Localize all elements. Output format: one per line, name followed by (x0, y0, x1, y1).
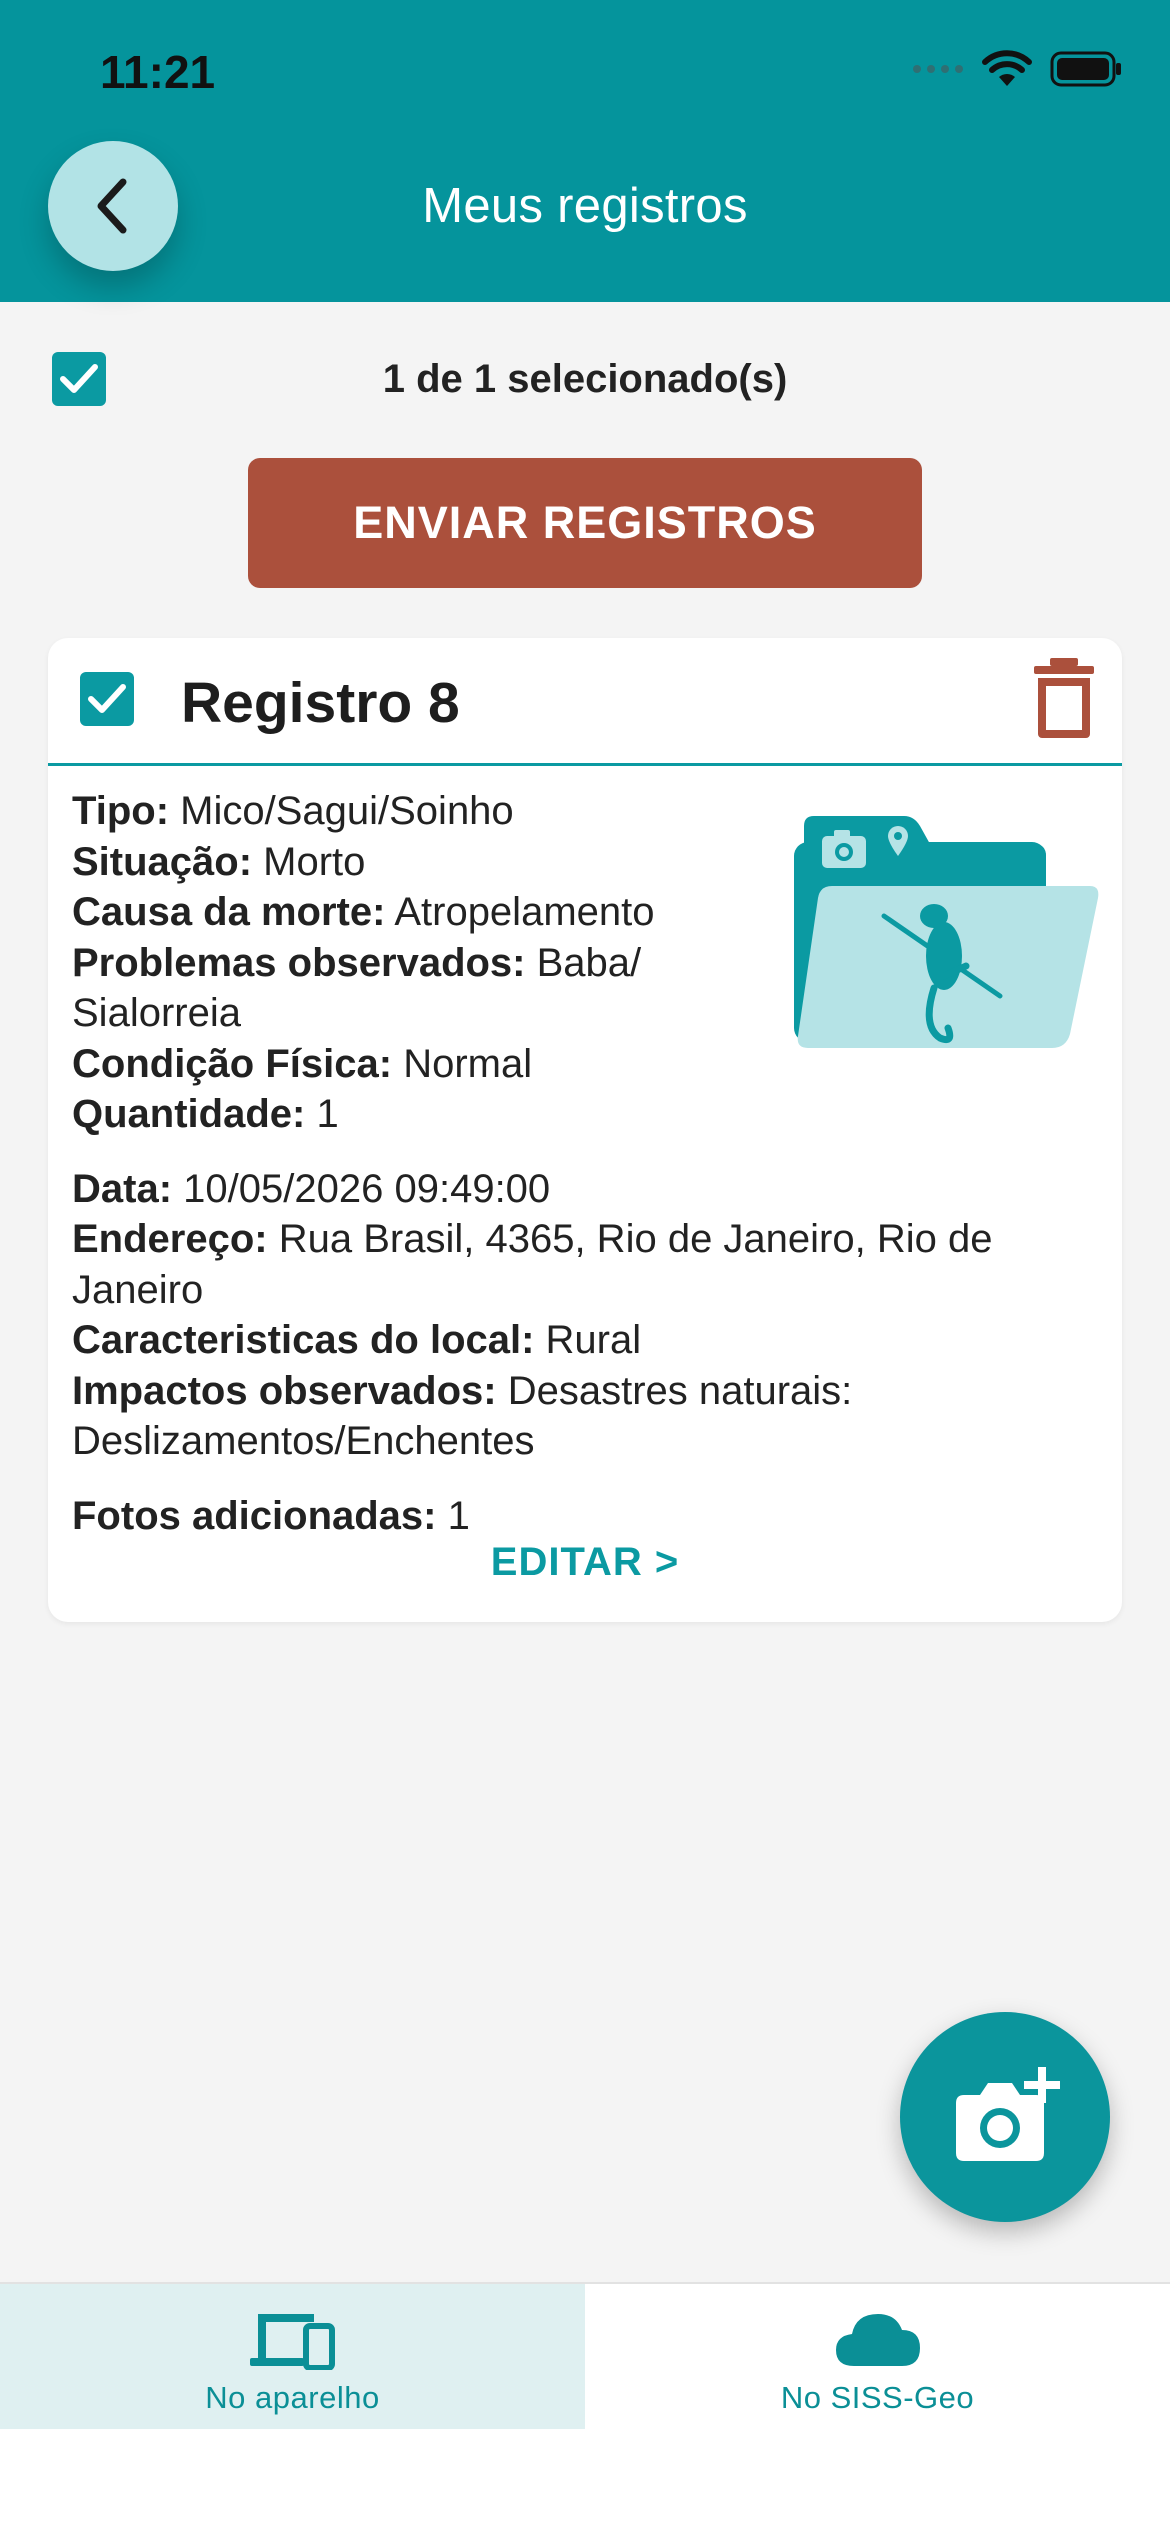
bottom-tab-bar: No aparelho No SISS-Geo (0, 2282, 1170, 2534)
check-icon (88, 684, 126, 713)
tab-label: No SISS-Geo (780, 2380, 975, 2415)
tab-no-siss-geo[interactable]: No SISS-Geo (585, 2284, 1170, 2429)
record-card-header: Registro 8 (48, 638, 1122, 766)
edit-link[interactable]: EDITAR > (48, 1540, 1122, 1585)
app-header: 11:21 Meus registros (0, 0, 1170, 302)
status-time: 11:21 (100, 46, 216, 98)
field-condicao: Condição Física: Normal (72, 1041, 533, 1086)
send-records-button[interactable]: ENVIAR REGISTROS (248, 458, 922, 588)
devices-icon (249, 2314, 335, 2370)
camera-plus-icon (956, 2067, 1060, 2161)
field-tipo: Tipo: Mico/Sagui/Soinho (72, 789, 514, 833)
page-title: Meus registros (422, 179, 748, 233)
field-fotos: Fotos adicionadas: 1 (72, 1493, 470, 1538)
field-situacao: Situação: Morto (72, 839, 366, 884)
battery-icon (1050, 51, 1121, 87)
record-location-info: Data: 10/05/2026 09:49:00 Endereço: Rua … (72, 1164, 1102, 1467)
signal-icon (913, 65, 963, 73)
selection-row: 1 de 1 selecionado(s) (0, 352, 1170, 408)
field-causa-morte: Causa da morte: Atropelamento (72, 890, 655, 934)
field-quantidade: Quantidade: 1 (72, 1092, 339, 1136)
record-animal-info: Tipo: Mico/Sagui/Soinho Situação: Morto … (72, 786, 1102, 1140)
field-caracteristicas: Caracteristicas do local: Rural (72, 1318, 642, 1362)
delete-button[interactable] (1032, 656, 1096, 745)
wifi-icon (982, 50, 1032, 86)
trash-icon (1034, 658, 1094, 738)
record-card: Registro 8 Tipo: Mico/Sagui/Soinho Situa… (48, 638, 1122, 1622)
tab-label: No aparelho (205, 2380, 380, 2415)
tab-no-aparelho[interactable]: No aparelho (0, 2284, 585, 2429)
add-photo-button[interactable] (900, 2012, 1110, 2222)
record-checkbox[interactable] (80, 672, 134, 726)
field-impactos: Impactos observados: Desastres naturais:… (72, 1368, 853, 1464)
field-endereco: Endereço: Rua Brasil, 4365, Rio de Janei… (72, 1217, 993, 1312)
status-icons (912, 50, 1122, 88)
cloud-icon (835, 2314, 920, 2366)
field-problemas: Problemas observados: Baba/ Sialorreia (72, 940, 642, 1036)
record-title: Registro 8 (181, 671, 460, 735)
field-data: Data: 10/05/2026 09:49:00 (72, 1166, 551, 1211)
record-details: Tipo: Mico/Sagui/Soinho Situação: Morto … (72, 786, 1102, 1541)
selection-count: 1 de 1 selecionado(s) (382, 357, 788, 401)
